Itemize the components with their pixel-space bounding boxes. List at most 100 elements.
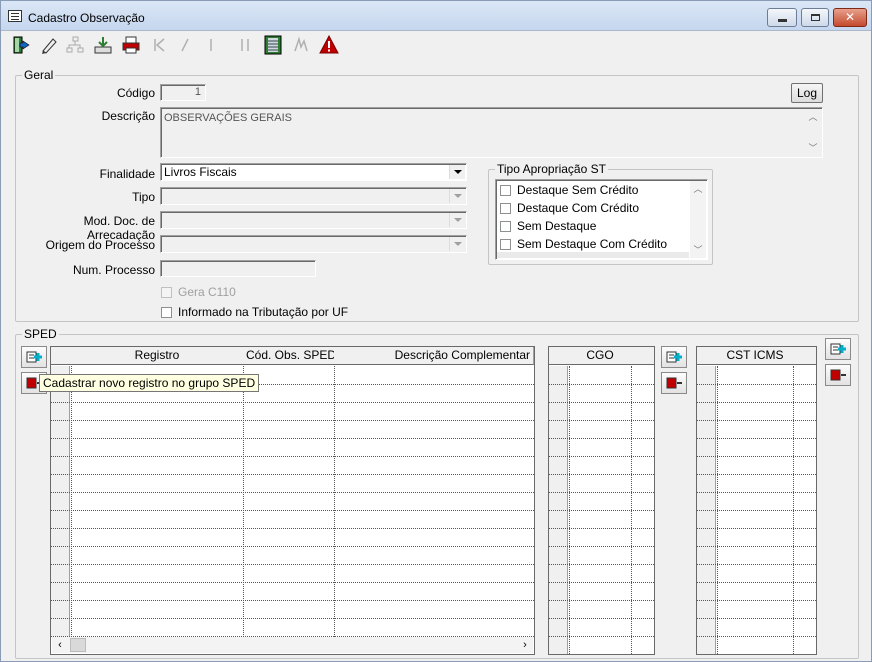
grid-row-line [549,474,654,475]
codigo-label: Código [116,86,155,100]
add-cgo-button[interactable] [661,346,687,368]
grid-col-line [71,366,72,637]
title-bar: Cadastro Observação ✕ [1,1,871,31]
grid-row-line [697,492,816,493]
col-cst-icms[interactable]: CST ICMS [717,347,794,365]
tree-button[interactable] [63,33,87,57]
grid-row-line [549,636,654,637]
codigo-field[interactable]: 1 [160,84,206,101]
table-icon [264,35,282,55]
grid-row-line [697,600,816,601]
grid-row-line [51,474,534,475]
add-sped-button[interactable] [21,346,47,368]
scroll-down-icon[interactable]: ﹀ [805,140,821,156]
scroll-down-icon[interactable]: ﹀ [690,242,706,258]
tipo-apropriacao-list[interactable]: Destaque Sem Crédito Destaque Com Crédit… [495,179,708,260]
add-row-icon [26,351,42,363]
first-record-button[interactable] [147,33,171,57]
grid-row-line [697,618,816,619]
table-button[interactable] [261,33,285,57]
save-down-button[interactable] [91,33,115,57]
chevron-down-icon[interactable] [449,213,465,227]
checkbox-box[interactable] [500,220,511,232]
next-icon [210,39,212,51]
origem-label: Origem do Processo [45,238,155,252]
num-processo-field[interactable] [160,260,316,277]
scroll-right-icon[interactable]: › [517,637,533,653]
tree-icon [66,36,84,53]
add-cst-button[interactable] [825,338,851,360]
col-cgo[interactable]: CGO [569,347,632,365]
grid-row-line [51,618,534,619]
next-record-button[interactable] [199,33,223,57]
sped-hscroll[interactable]: ‹ › [52,637,533,653]
grid-row-line [51,402,534,403]
destaque-sem-credito-checkbox[interactable]: Destaque Sem Crédito [500,183,638,197]
remove-row-icon [830,369,846,381]
scroll-left-icon[interactable]: ‹ [52,637,68,653]
chevron-down-icon[interactable] [449,165,465,179]
grid-col-line [793,366,794,654]
sem-destaque-com-credito-checkbox[interactable]: Sem Destaque Com Crédito [500,237,667,251]
checkbox-box[interactable] [161,306,172,318]
col-cst-extra [793,347,816,365]
grid-corner [697,347,718,365]
descricao-scrollbar[interactable]: ︿ ﹀ [805,109,821,156]
sped-grid[interactable]: Registro Cód. Obs. SPED Descrição Comple… [50,346,535,655]
mod-doc-select[interactable] [160,211,467,229]
cst-grid[interactable]: CST ICMS [696,346,817,655]
maximize-icon [811,14,820,21]
informado-label: Informado na Tributação por UF [178,305,349,319]
edit-button[interactable] [37,33,61,57]
descricao-field[interactable]: OBSERVAÇÕES GERAIS ︿ ﹀ [160,107,823,158]
maximize-button[interactable] [801,8,829,27]
row-selector[interactable] [51,366,70,637]
sem-destaque-checkbox[interactable]: Sem Destaque [500,219,596,233]
col-registro[interactable]: Registro [71,347,244,365]
exit-button[interactable] [9,33,33,57]
grid-row-line [549,384,654,385]
warning-icon [319,35,339,54]
grid-col-line [569,366,570,654]
print-button[interactable] [119,33,143,57]
calc-button[interactable] [289,33,313,57]
minimize-button[interactable] [767,8,797,27]
num-processo-label: Num. Processo [72,263,155,277]
col-cod-obs-sped[interactable]: Cód. Obs. SPED [243,347,335,365]
checkbox-box[interactable] [161,286,172,298]
tipo-apropriacao-scrollbar[interactable]: ︿ ﹀ [690,181,706,258]
warning-button[interactable] [317,33,341,57]
scroll-up-icon[interactable]: ︿ [690,181,706,197]
chevron-down-icon[interactable] [449,237,465,251]
tipo-label: Tipo [132,190,155,204]
grid-corner [549,347,570,365]
checkbox-box[interactable] [500,184,511,196]
finalidade-select[interactable]: Livros Fiscais [160,163,467,181]
grid-row-line [697,510,816,511]
prev-icon [181,38,189,52]
chevron-down-icon[interactable] [449,189,465,203]
grid-row-line [51,582,534,583]
remove-cst-button[interactable] [825,364,851,386]
col-descricao-complementar[interactable]: Descrição Complementar [334,347,534,365]
tipo-apropriacao-legend: Tipo Apropriação ST [495,162,608,176]
informado-checkbox[interactable]: Informado na Tributação por UF [161,305,348,319]
destaque-com-credito-checkbox[interactable]: Destaque Com Crédito [500,201,639,215]
remove-cgo-button[interactable] [661,372,687,394]
scroll-up-icon[interactable]: ︿ [805,109,821,125]
grid-row-line [51,492,534,493]
gera-c110-checkbox[interactable]: Gera C110 [161,285,236,299]
grid-row-line [697,474,816,475]
tipo-select[interactable] [160,187,467,205]
scroll-thumb[interactable] [70,638,86,652]
checkbox-box[interactable] [500,202,511,214]
close-button[interactable]: ✕ [833,8,867,27]
cgo-grid[interactable]: CGO [548,346,655,655]
checkbox-box[interactable] [500,238,511,250]
last-record-button[interactable] [233,33,257,57]
grid-col-line [243,366,244,637]
log-button[interactable]: Log [791,83,823,103]
origem-select[interactable] [160,235,467,253]
prev-record-button[interactable] [173,33,197,57]
minimize-icon [778,19,787,22]
